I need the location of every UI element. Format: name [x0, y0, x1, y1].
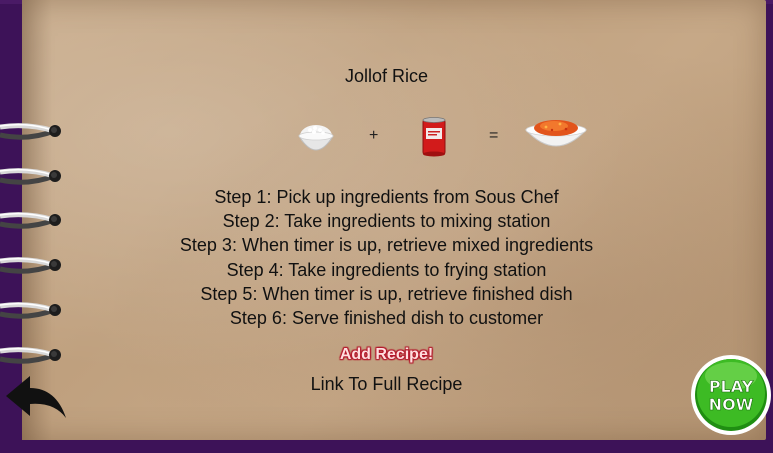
play-now-button[interactable]: PLAY NOW: [690, 354, 772, 436]
jollof-dish-icon: [524, 120, 588, 147]
tomato-can-icon: [422, 117, 446, 157]
full-recipe-link[interactable]: Link To Full Recipe: [0, 374, 773, 395]
play-now-label-line1: PLAY: [709, 377, 754, 396]
back-arrow-icon[interactable]: [4, 372, 70, 424]
spiral-ring: [0, 168, 61, 185]
equals-sign: =: [489, 127, 499, 144]
step-4: Step 4: Take ingredients to frying stati…: [226, 259, 547, 280]
plus-sign: +: [369, 127, 379, 144]
recipe-title: Jollof Rice: [344, 66, 429, 86]
add-recipe-button[interactable]: Add Recipe!: [0, 346, 773, 364]
step-5: Step 5: When timer is up, retrieve finis…: [200, 283, 573, 304]
step-2: Step 2: Take ingredients to mixing stati…: [222, 211, 551, 232]
rice-bowl-icon: [298, 125, 334, 151]
play-now-label-line2: NOW: [709, 395, 754, 414]
step-6: Step 6: Serve finished dish to customer: [229, 308, 544, 329]
recipe-steps: Step 1: Pick up ingredients from Sous Ch…: [0, 185, 773, 330]
step-3: Step 3: When timer is up, retrieve mixed…: [179, 235, 594, 256]
recipe-equation: + =: [0, 110, 773, 170]
step-1: Step 1: Pick up ingredients from Sous Ch…: [214, 187, 559, 207]
